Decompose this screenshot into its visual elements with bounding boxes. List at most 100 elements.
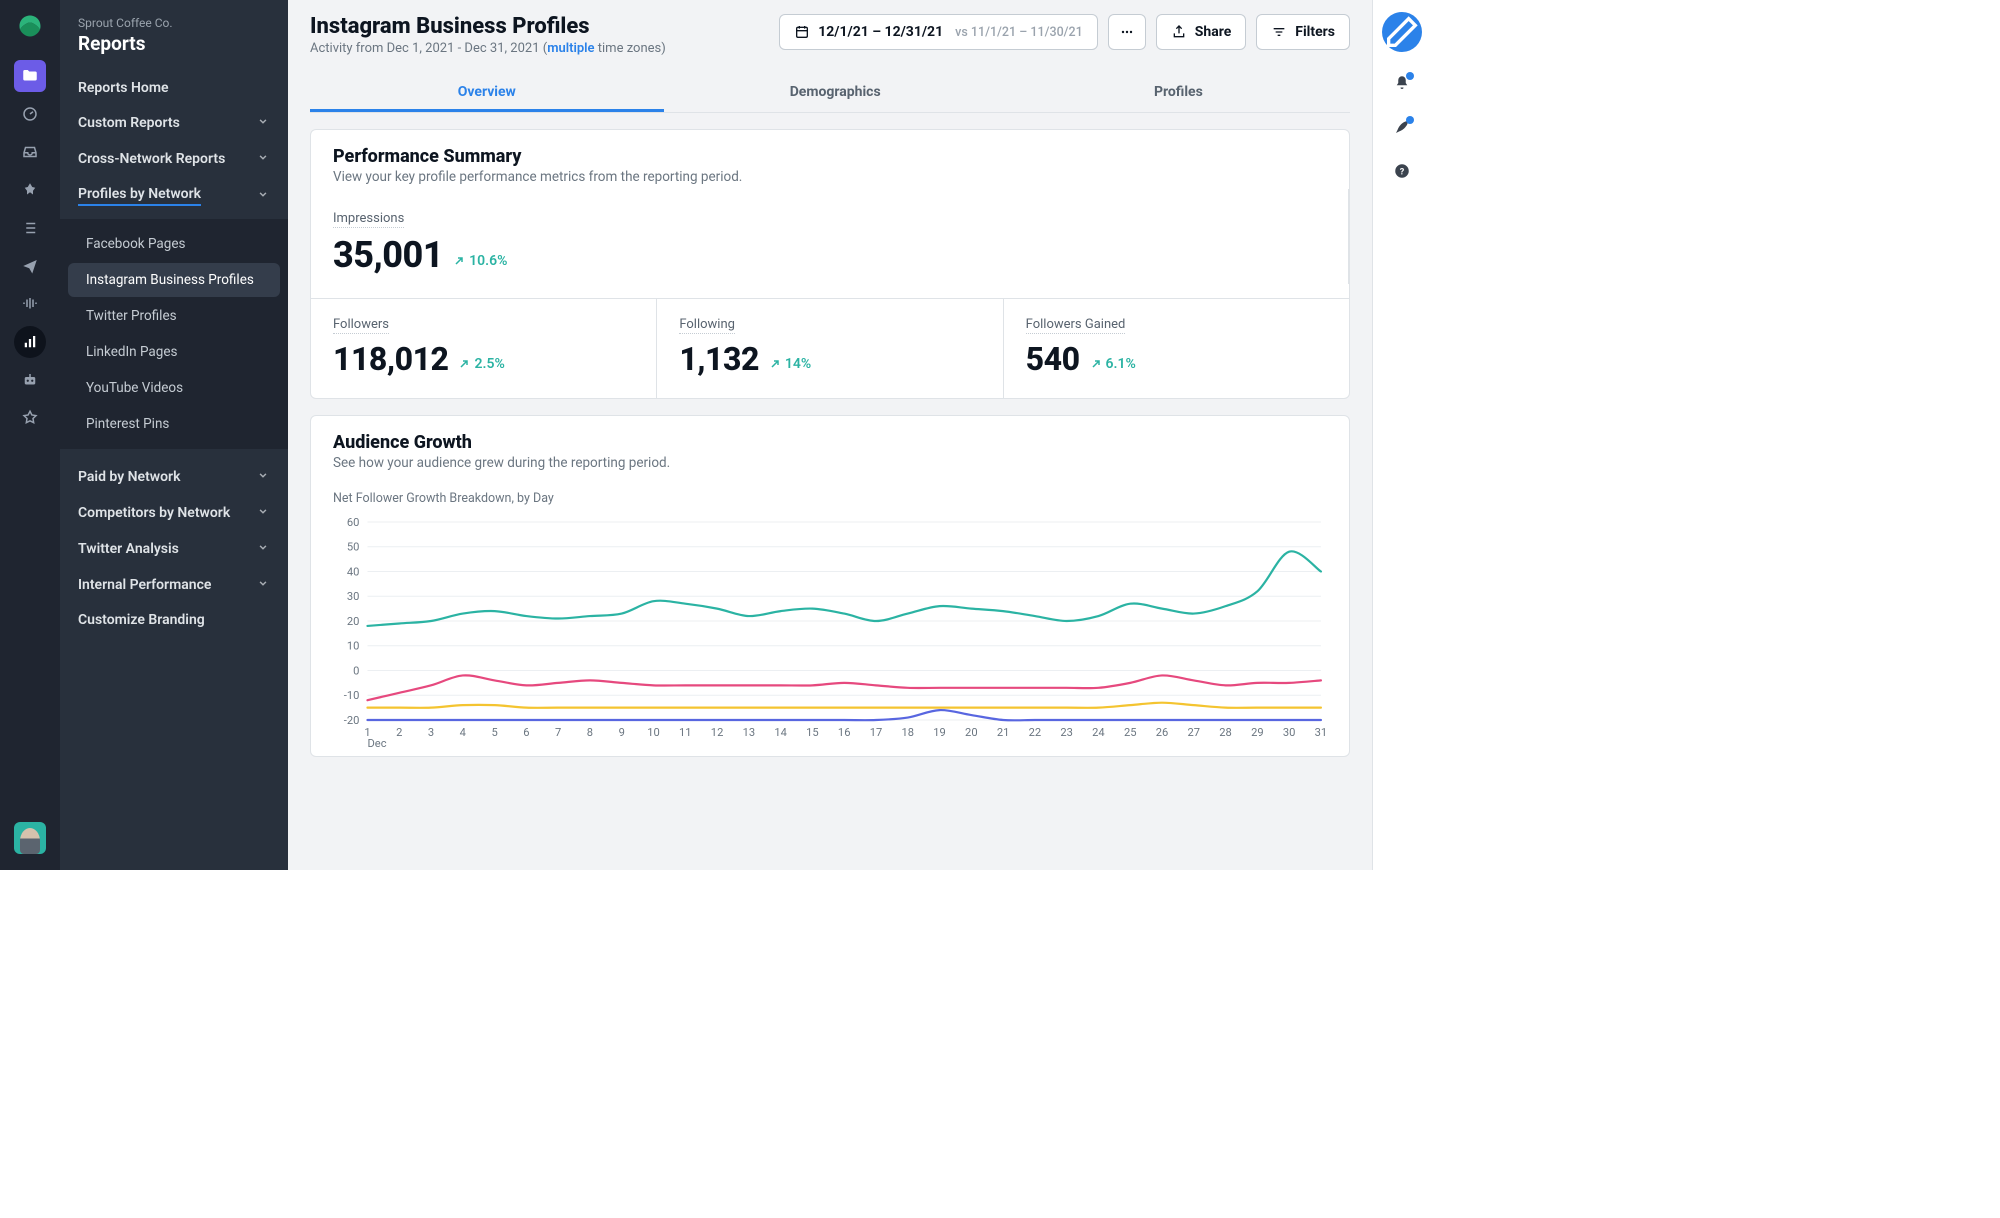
svg-text:23: 23	[1060, 726, 1073, 739]
filters-icon	[1271, 24, 1287, 40]
nav-dashboard-icon[interactable]	[14, 98, 46, 130]
sidebar-item[interactable]: Reports Home	[60, 71, 288, 105]
growth-subtitle: See how your audience grew during the re…	[333, 455, 1327, 471]
perf-subtitle: View your key profile performance metric…	[333, 169, 1327, 185]
performance-summary-card: Performance Summary View your key profil…	[310, 129, 1350, 399]
svg-text:12: 12	[711, 726, 724, 739]
svg-text:25: 25	[1124, 726, 1137, 739]
chevron-down-icon	[256, 187, 270, 205]
main: Instagram Business Profiles Activity fro…	[288, 0, 1372, 870]
sidebar-item[interactable]: Customize Branding	[60, 603, 288, 637]
svg-text:17: 17	[870, 726, 883, 739]
nav-list-icon[interactable]	[14, 212, 46, 244]
metric-value: 35,001	[333, 234, 443, 276]
svg-text:19: 19	[933, 726, 946, 739]
sidebar-subitem[interactable]: Facebook Pages	[68, 227, 280, 261]
share-button[interactable]: Share	[1156, 14, 1247, 50]
svg-text:50: 50	[347, 541, 360, 554]
compose-button[interactable]	[1382, 12, 1422, 52]
right-rail: ?	[1372, 0, 1430, 870]
nav-publishing-icon[interactable]	[14, 60, 46, 92]
sidebar-item[interactable]: Profiles by Network	[60, 177, 288, 215]
sidebar-subitem[interactable]: YouTube Videos	[68, 371, 280, 405]
sidebar-item[interactable]: Custom Reports	[60, 105, 288, 141]
page-subtitle: Activity from Dec 1, 2021 - Dec 31, 2021…	[310, 41, 666, 56]
org-name: Sprout Coffee Co.	[78, 16, 270, 30]
more-horizontal-icon	[1119, 24, 1135, 40]
chevron-down-icon	[256, 576, 270, 594]
svg-text:30: 30	[347, 590, 360, 603]
metric-label: Followers	[333, 317, 389, 334]
sidebar-subitem[interactable]: Pinterest Pins	[68, 407, 280, 441]
sidebar-item[interactable]: Internal Performance	[60, 567, 288, 603]
perf-title: Performance Summary	[333, 146, 1327, 167]
svg-text:7: 7	[555, 726, 561, 739]
sidebar-item[interactable]: Cross-Network Reports	[60, 141, 288, 177]
nav-reports-icon[interactable]	[14, 326, 46, 358]
svg-text:18: 18	[901, 726, 914, 739]
svg-text:10: 10	[647, 726, 660, 739]
svg-text:15: 15	[806, 726, 819, 739]
chevron-down-icon	[256, 468, 270, 486]
metric-delta: 6.1%	[1090, 356, 1136, 372]
nav-bot-icon[interactable]	[14, 364, 46, 396]
metric-label: Following	[679, 317, 735, 334]
date-range-button[interactable]: 12/1/21 – 12/31/21 vs 11/1/21 – 11/30/21	[779, 14, 1098, 50]
timezone-link[interactable]: multiple	[547, 41, 594, 56]
svg-text:60: 60	[347, 516, 360, 529]
nav-send-icon[interactable]	[14, 250, 46, 282]
svg-text:28: 28	[1219, 726, 1232, 739]
svg-text:20: 20	[965, 726, 978, 739]
chevron-down-icon	[256, 504, 270, 522]
notification-dot-icon	[1406, 72, 1414, 80]
svg-text:27: 27	[1188, 726, 1201, 739]
nav-star-icon[interactable]	[14, 402, 46, 434]
filters-button[interactable]: Filters	[1256, 14, 1350, 50]
svg-text:29: 29	[1251, 726, 1264, 739]
svg-text:0: 0	[353, 665, 359, 678]
notifications-button[interactable]	[1393, 74, 1411, 96]
sidebar: Sprout Coffee Co. Reports Reports HomeCu…	[60, 0, 288, 870]
user-avatar[interactable]	[14, 822, 46, 854]
more-button[interactable]	[1108, 14, 1146, 50]
nav-listen-icon[interactable]	[14, 288, 46, 320]
feedback-button[interactable]	[1393, 118, 1411, 140]
section-title: Reports	[78, 32, 270, 55]
chevron-down-icon	[256, 150, 270, 168]
svg-text:21: 21	[997, 726, 1010, 739]
chevron-down-icon	[256, 540, 270, 558]
svg-text:3: 3	[428, 726, 434, 739]
tab[interactable]: Profiles	[1007, 74, 1350, 112]
sidebar-item[interactable]: Competitors by Network	[60, 495, 288, 531]
sidebar-subitem[interactable]: Twitter Profiles	[68, 299, 280, 333]
sidebar-item[interactable]: Twitter Analysis	[60, 531, 288, 567]
svg-text:Dec: Dec	[367, 737, 386, 748]
tab[interactable]: Overview	[310, 74, 664, 112]
sidebar-subitem[interactable]: LinkedIn Pages	[68, 335, 280, 369]
arrow-up-right-icon	[769, 358, 781, 370]
metric-delta: 2.5%	[458, 356, 504, 372]
sidebar-item[interactable]: Paid by Network	[60, 459, 288, 495]
sidebar-subitem[interactable]: Instagram Business Profiles	[68, 263, 280, 297]
svg-text:10: 10	[347, 640, 360, 653]
svg-text:40: 40	[347, 566, 360, 579]
svg-text:5: 5	[491, 726, 497, 739]
svg-text:-20: -20	[344, 714, 360, 727]
svg-text:26: 26	[1156, 726, 1169, 739]
metric-value: 1,132	[679, 340, 759, 378]
notification-dot-icon	[1406, 116, 1414, 124]
metric-label: Followers Gained	[1026, 317, 1126, 334]
arrow-up-right-icon	[458, 358, 470, 370]
calendar-icon	[794, 24, 810, 40]
svg-text:2: 2	[396, 726, 402, 739]
svg-text:?: ?	[1399, 167, 1404, 177]
tab[interactable]: Demographics	[664, 74, 1007, 112]
nav-inbox-icon[interactable]	[14, 136, 46, 168]
svg-text:9: 9	[619, 726, 625, 739]
growth-title: Audience Growth	[333, 432, 1327, 453]
help-button[interactable]: ?	[1393, 162, 1411, 184]
nav-pin-icon[interactable]	[14, 174, 46, 206]
page-title: Instagram Business Profiles	[310, 14, 666, 39]
svg-text:-10: -10	[344, 689, 360, 702]
svg-text:6: 6	[523, 726, 529, 739]
